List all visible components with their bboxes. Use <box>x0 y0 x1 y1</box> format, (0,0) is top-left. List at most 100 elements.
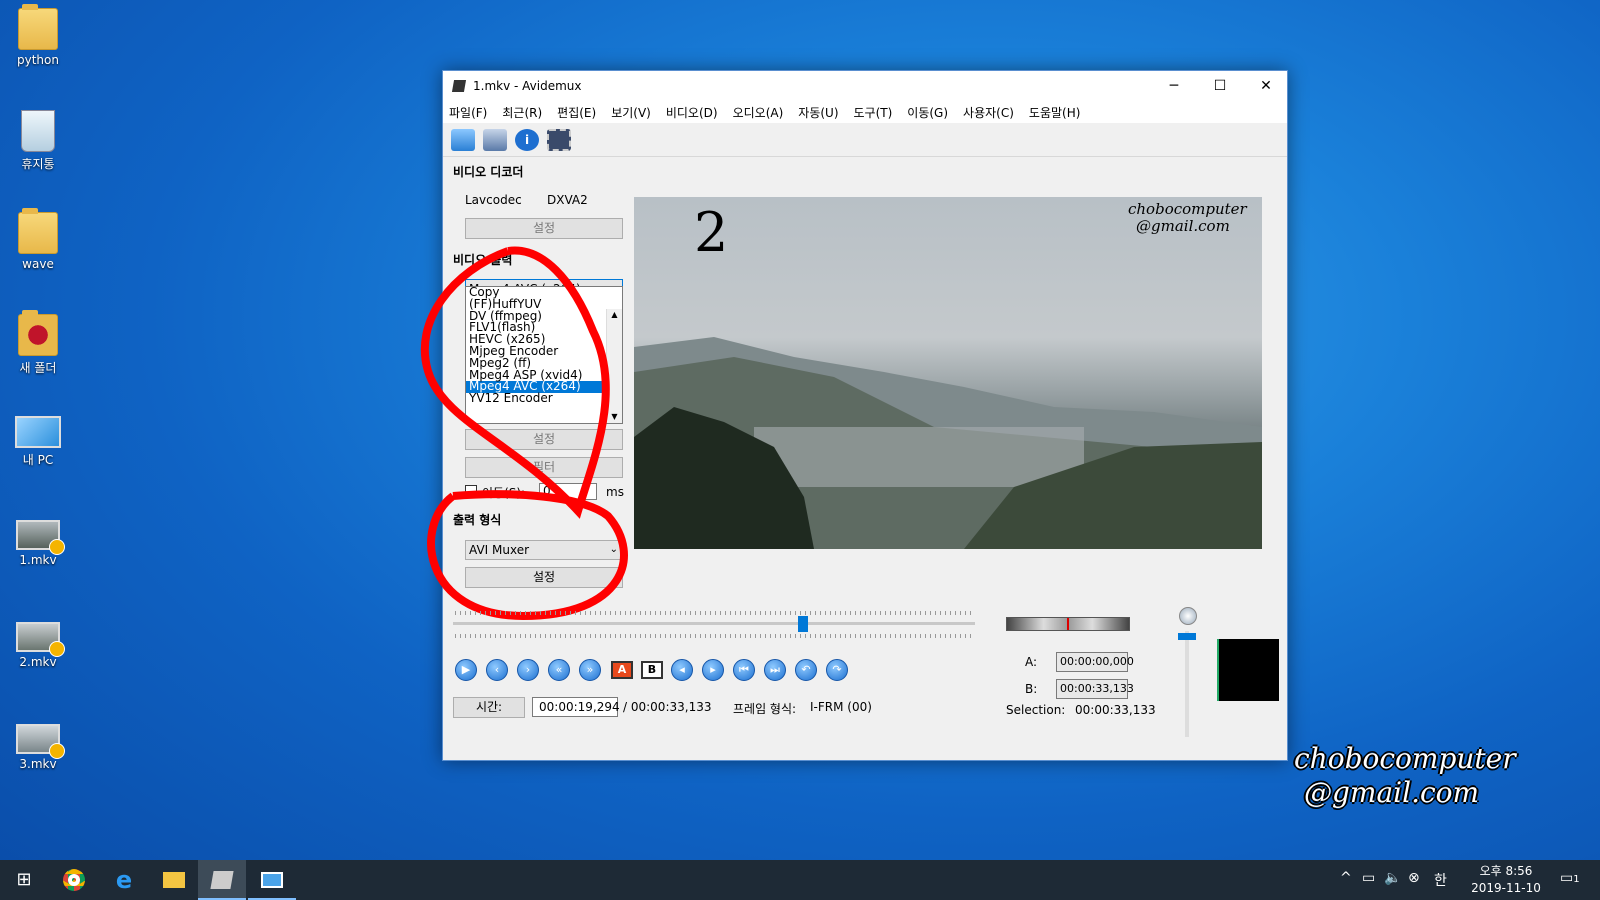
selection-label: Selection: <box>1006 703 1066 717</box>
volume-slider-thumb[interactable] <box>1178 633 1196 640</box>
selection-value: 00:00:33,133 <box>1075 703 1156 717</box>
desktop-icon-label: 3.mkv <box>19 757 57 771</box>
menu-audio[interactable]: 오디오(A) <box>733 104 784 121</box>
play-icon[interactable]: ▶ <box>455 659 477 681</box>
menu-view[interactable]: 보기(V) <box>611 104 651 121</box>
desktop-icon-label: 내 PC <box>22 453 54 467</box>
screen-capture-icon[interactable] <box>248 860 296 900</box>
desktop-icon-label: 2.mkv <box>19 655 57 669</box>
menu-bar: 파일(F) 최근(R) 편집(E) 보기(V) 비디오(D) 오디오(A) 자동… <box>443 101 1287 123</box>
notification-icon[interactable]: ▭1 <box>1560 870 1580 886</box>
video-preview: 2 chobocomputer @gmail.com <box>634 197 1262 549</box>
prev-keyframe-icon[interactable]: ↶ <box>795 659 817 681</box>
timeline-ticks-bottom <box>455 634 973 638</box>
prev-frame-icon[interactable]: ‹ <box>486 659 508 681</box>
marker-a-icon[interactable]: A <box>611 661 633 679</box>
time-button[interactable]: 시간: <box>453 697 525 718</box>
folder-icon <box>18 208 58 254</box>
watermark-line1: chobocomputer <box>1294 742 1516 775</box>
volume-meter <box>1006 617 1130 631</box>
timeline-ticks-top <box>455 611 973 615</box>
video-decoder-heading: 비디오 디코더 <box>453 165 524 179</box>
info-icon[interactable]: i <box>515 128 539 151</box>
menu-help[interactable]: 도움말(H) <box>1029 104 1081 121</box>
desktop-icon-wave[interactable]: wave <box>8 208 68 284</box>
desktop-icon-recycle-bin[interactable]: 휴지통 <box>8 110 68 182</box>
frame-type-value: I-FRM (00) <box>810 700 872 714</box>
volume-icon[interactable]: 🔈 <box>1384 870 1401 886</box>
desktop-icon-label: 새 폴더 <box>19 361 57 375</box>
overlay-number: 2 <box>694 201 729 264</box>
edge-icon[interactable]: e <box>100 860 148 900</box>
window-title: 1.mkv - Avidemux <box>473 79 582 93</box>
audio-waveform-preview <box>1217 639 1279 701</box>
marker-b-icon[interactable]: B <box>641 661 663 679</box>
video-file-icon <box>16 724 65 759</box>
current-time-field[interactable]: 00:00:19,294 <box>532 697 620 717</box>
menu-tools[interactable]: 도구(T) <box>854 104 893 121</box>
computer-icon <box>15 416 61 448</box>
audio-icon[interactable] <box>1179 607 1197 625</box>
folder-icon <box>18 4 58 50</box>
avidemux-icon[interactable] <box>198 860 246 900</box>
film-icon[interactable] <box>547 128 571 151</box>
ime-indicator[interactable]: 한 <box>1434 870 1447 890</box>
desktop-icon-my-pc[interactable]: 내 PC <box>8 416 68 488</box>
toolbar: i <box>443 123 1287 157</box>
menu-custom[interactable]: 사용자(C) <box>963 104 1014 121</box>
timeline-thumb[interactable] <box>797 616 808 632</box>
menu-edit[interactable]: 편집(E) <box>557 104 596 121</box>
clock-time: 오후 8:56 <box>1479 864 1533 878</box>
desktop-watermark: chobocomputer @gmail.com <box>1294 742 1584 810</box>
video-file-icon <box>16 622 65 657</box>
menu-file[interactable]: 파일(F) <box>449 104 487 121</box>
start-icon[interactable]: ⊞ <box>0 860 48 900</box>
menu-go[interactable]: 이동(G) <box>907 104 948 121</box>
red-annotation-circles <box>420 246 628 621</box>
network-icon[interactable]: ▭ <box>1362 870 1375 886</box>
chevron-up-icon[interactable]: ^ <box>1340 870 1352 886</box>
last-frame-icon[interactable]: ⏭ <box>764 659 786 681</box>
maximize-button[interactable]: ☐ <box>1197 71 1243 101</box>
overlay-watermark: chobocomputer @gmail.com <box>1128 201 1247 235</box>
marker-b-value: 00:00:33,133 <box>1056 679 1134 699</box>
total-time: / 00:00:33,133 <box>623 700 712 714</box>
desktop-icon-label: 휴지통 <box>21 157 55 171</box>
desktop-icon-python[interactable]: python <box>8 4 68 80</box>
marker-b-label: B: <box>1025 682 1038 696</box>
desktop-icon-2mkv[interactable]: 2.mkv <box>8 622 68 694</box>
file-explorer-icon[interactable] <box>150 860 198 900</box>
close-button[interactable]: ✕ <box>1243 71 1289 101</box>
fast-forward-icon[interactable]: » <box>579 659 601 681</box>
overlay-line2: @gmail.com <box>1136 217 1230 235</box>
rewind-icon[interactable]: « <box>548 659 570 681</box>
menu-recent[interactable]: 최근(R) <box>502 104 542 121</box>
save-icon[interactable] <box>483 128 507 151</box>
minimize-button[interactable]: ─ <box>1151 71 1197 101</box>
chrome-icon[interactable] <box>50 860 98 900</box>
menu-auto[interactable]: 자동(U) <box>798 104 838 121</box>
desktop-icon-1mkv[interactable]: 1.mkv <box>8 520 68 592</box>
menu-video[interactable]: 비디오(D) <box>666 104 718 121</box>
desktop-icon-3mkv[interactable]: 3.mkv <box>8 724 68 796</box>
open-icon[interactable] <box>451 128 475 151</box>
volume-slider-track[interactable] <box>1185 631 1189 737</box>
status-x-icon[interactable]: ⊗ <box>1408 870 1420 886</box>
desktop-icon-label: python <box>17 53 59 67</box>
clock-date: 2019-11-10 <box>1471 881 1541 895</box>
next-black-icon[interactable]: ▸ <box>702 659 724 681</box>
dxva-label: DXVA2 <box>547 193 588 207</box>
frame-type-label: 프레임 형식: <box>733 702 797 716</box>
desktop-icon-label: wave <box>22 257 54 271</box>
next-keyframe-icon[interactable]: ↷ <box>826 659 848 681</box>
recycle-bin-icon <box>21 110 55 152</box>
first-frame-icon[interactable]: ⏮ <box>733 659 755 681</box>
next-frame-icon[interactable]: › <box>517 659 539 681</box>
clock[interactable]: 오후 8:56 2019-11-10 <box>1470 863 1542 897</box>
desktop-icon-new-folder[interactable]: 새 폴더 <box>8 310 68 386</box>
timeline-track[interactable] <box>453 622 975 625</box>
folder-icon <box>18 310 58 356</box>
lavcodec-label: Lavcodec <box>465 193 522 207</box>
desktop-icon-label: 1.mkv <box>19 553 57 567</box>
prev-black-icon[interactable]: ◂ <box>671 659 693 681</box>
